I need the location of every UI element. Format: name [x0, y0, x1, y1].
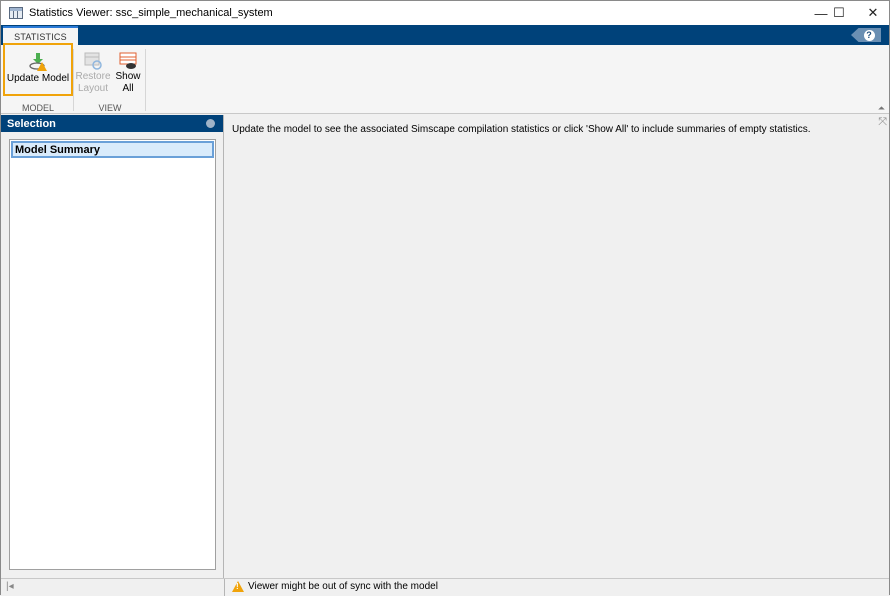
- show-all-label-2: All: [122, 83, 134, 94]
- update-model-icon: [29, 53, 47, 71]
- restore-layout-button[interactable]: Restore Layout: [75, 51, 111, 95]
- restore-label-2: Layout: [77, 83, 109, 94]
- panel-options-icon[interactable]: [206, 119, 215, 128]
- selection-panel: Selection Model Summary: [1, 115, 224, 578]
- title-bar: Statistics Viewer: ssc_simple_mechanical…: [1, 1, 889, 25]
- view-group-label: VIEW: [98, 103, 122, 113]
- update-model-button[interactable]: Update Model: [3, 43, 73, 96]
- ribbon: Update Model MODEL Restore Layout Show A…: [1, 43, 889, 114]
- update-model-label: Update Model: [6, 73, 70, 84]
- restore-label-1: Restore: [75, 71, 111, 82]
- close-button[interactable]: ✕: [853, 1, 890, 25]
- list-item-model-summary[interactable]: Model Summary: [11, 141, 214, 158]
- status-message: Viewer might be out of sync with the mod…: [232, 581, 438, 592]
- status-bar: |◂ Viewer might be out of sync with the …: [1, 578, 889, 596]
- status-text: Viewer might be out of sync with the mod…: [248, 581, 438, 592]
- app-icon: [9, 7, 23, 19]
- collapse-panel-icon[interactable]: |◂: [6, 581, 14, 592]
- divider: [145, 49, 146, 111]
- window-title: Statistics Viewer: ssc_simple_mechanical…: [29, 7, 273, 19]
- help-button[interactable]: ?: [851, 28, 881, 42]
- selection-header: Selection: [1, 115, 223, 132]
- divider: [224, 579, 225, 596]
- warning-icon: [232, 581, 244, 592]
- show-all-icon: [119, 52, 137, 69]
- restore-layout-icon: [84, 52, 102, 70]
- expand-icon[interactable]: ⤧: [878, 116, 887, 129]
- main-panel: Update the model to see the associated S…: [225, 115, 889, 578]
- selection-title: Selection: [7, 117, 56, 130]
- divider: [73, 49, 74, 111]
- help-icon: ?: [863, 29, 875, 41]
- show-all-button[interactable]: Show All: [112, 51, 144, 95]
- info-message: Update the model to see the associated S…: [232, 124, 811, 135]
- show-all-label-1: Show: [115, 71, 141, 82]
- model-group-label: MODEL: [21, 103, 54, 113]
- collapse-ribbon-icon[interactable]: ⏶: [878, 103, 885, 114]
- tab-strip: STATISTICS ?: [1, 25, 889, 45]
- selection-list: Model Summary: [9, 139, 216, 570]
